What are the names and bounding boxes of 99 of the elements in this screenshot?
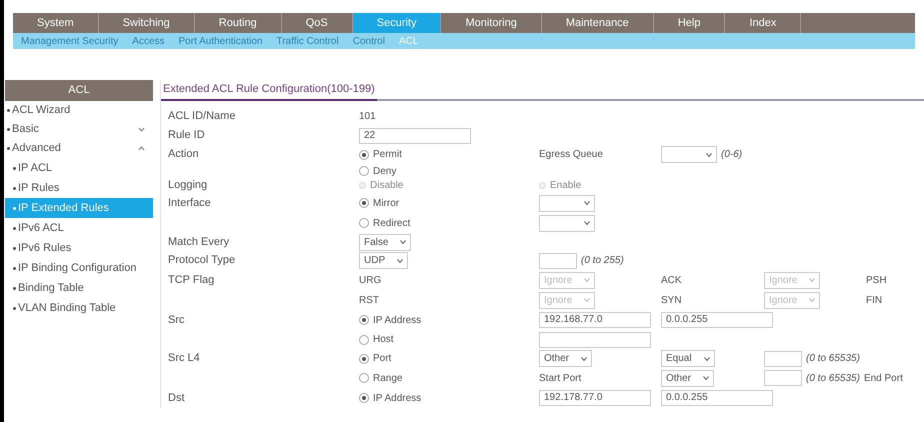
sidebar-item[interactable]: ACL Wizard — [5, 101, 153, 120]
sidebar-item-label: IPv6 ACL — [18, 220, 64, 236]
field-text: End Port — [864, 372, 903, 386]
input-field[interactable] — [539, 252, 577, 268]
dropdown[interactable] — [661, 146, 717, 163]
bullet-icon — [13, 206, 16, 210]
caret-down-icon — [703, 376, 710, 380]
field-label: ACL ID/Name — [168, 109, 236, 124]
sidebar-subitem[interactable]: IP Rules — [5, 178, 153, 198]
caret-down-icon — [809, 278, 816, 282]
field-text: PSH — [866, 274, 887, 288]
sidebar-subitem[interactable]: IPv6 Rules — [5, 238, 153, 258]
field-text: URG — [359, 274, 382, 288]
bullet-icon — [7, 109, 10, 112]
sidebar-item-label: Basic — [12, 122, 39, 138]
field-text: Egress Queue — [539, 148, 603, 162]
sidebar-item-label: ACL Wizard — [12, 103, 70, 118]
input-field[interactable] — [764, 370, 802, 386]
sidebar-subitem[interactable]: IPv6 ACL — [5, 218, 153, 238]
field-text: ACK — [661, 274, 682, 288]
field-label: Dst — [168, 390, 184, 406]
caret-down-icon — [584, 201, 590, 205]
bullet-icon — [13, 286, 16, 290]
dropdown[interactable]: Other — [539, 350, 592, 367]
caret-down-icon — [397, 258, 404, 262]
sidebar-item-label: IP Binding Configuration — [18, 260, 136, 276]
field-label: Action — [168, 147, 199, 162]
sidebar-item-label: IP Rules — [18, 180, 60, 196]
caret-down-icon — [809, 298, 816, 302]
radio-option[interactable]: Host — [359, 332, 394, 347]
caret-down-icon — [400, 240, 406, 244]
range-hint: (0 to 255) — [581, 254, 624, 268]
field-label: Src L4 — [168, 351, 200, 366]
dropdown[interactable]: Equal — [661, 350, 715, 367]
sidebar-item-label: IPv6 Rules — [18, 240, 72, 256]
sidebar-header: ACL — [5, 80, 153, 101]
dropdown[interactable]: Other — [661, 370, 714, 386]
dropdown[interactable]: False — [359, 234, 412, 250]
field-text: Start Port — [539, 372, 582, 386]
dropdown[interactable] — [539, 214, 595, 232]
range-hint: (0 to 65535) — [806, 372, 860, 386]
radio-option[interactable]: Mirror — [359, 196, 400, 210]
bullet-icon — [7, 147, 10, 150]
field-label: Match Every — [168, 234, 230, 250]
radio-option[interactable]: Redirect — [359, 216, 410, 230]
field-text: 101 — [359, 110, 376, 124]
caret-up-icon — [138, 146, 145, 151]
field-label: Rule ID — [168, 128, 205, 144]
range-hint: (0 to 65535) — [806, 352, 860, 366]
radio-option[interactable]: Range — [359, 370, 402, 386]
field-text: FIN — [866, 294, 882, 308]
radio-option[interactable]: IP Address — [359, 312, 422, 328]
bullet-icon — [13, 186, 16, 190]
sidebar-item-label: IP Extended Rules — [18, 200, 109, 216]
bullet-icon — [13, 266, 16, 270]
sidebar-subitem[interactable]: IP ACL — [5, 158, 153, 178]
dropdown[interactable]: UDP — [359, 252, 408, 269]
field-label: Src — [168, 312, 184, 328]
caret-down-icon — [584, 221, 590, 225]
caret-down-icon — [704, 356, 710, 360]
field-text: RST — [359, 294, 379, 308]
section-title: Extended ACL Rule Configuration(100-199) — [161, 80, 377, 101]
caret-down-icon — [584, 298, 590, 302]
input-field[interactable]: 192.168.77.0 — [539, 312, 651, 328]
caret-down-icon — [706, 152, 712, 156]
bullet-icon — [7, 128, 10, 131]
radio-option[interactable]: Permit — [359, 147, 402, 162]
input-field[interactable] — [764, 350, 802, 366]
field-label: Interface — [168, 196, 211, 211]
range-hint: (0-6) — [721, 148, 742, 162]
dropdown[interactable] — [539, 194, 595, 212]
input-field[interactable] — [539, 332, 651, 348]
sidebar-item-label: IP ACL — [18, 160, 52, 176]
sidebar-subitem[interactable]: IP Binding Configuration — [5, 258, 153, 278]
sidebar-subitem[interactable]: Binding Table — [5, 278, 153, 298]
sidebar-item[interactable]: Advanced — [5, 139, 153, 158]
input-field[interactable]: 192.178.77.0 — [539, 390, 651, 406]
radio-option[interactable]: Deny — [359, 164, 396, 178]
bullet-icon — [13, 246, 16, 250]
sidebar-item-label: Binding Table — [18, 280, 84, 296]
input-field[interactable]: 0.0.0.255 — [661, 390, 773, 406]
sidebar-item-label: Advanced — [12, 141, 61, 156]
sidebar-item[interactable]: Basic — [5, 120, 153, 139]
sidebar-subitem[interactable]: VLAN Binding Table — [5, 298, 153, 318]
radio-option[interactable]: IP Address — [359, 390, 422, 406]
sidebar-item-label: VLAN Binding Table — [18, 300, 116, 316]
bullet-icon — [13, 166, 16, 170]
caret-down-icon — [581, 356, 588, 360]
caret-down-icon — [138, 127, 145, 132]
field-label: Logging — [168, 178, 208, 194]
input-field[interactable]: 0.0.0.255 — [661, 312, 773, 328]
bullet-icon — [13, 226, 16, 230]
input-field[interactable]: 22 — [359, 128, 471, 144]
bullet-icon — [13, 306, 16, 310]
field-label: TCP Flag — [168, 272, 214, 288]
caret-down-icon — [584, 278, 590, 282]
radio-option[interactable]: Port — [359, 351, 392, 366]
field-text: SYN — [661, 294, 682, 308]
field-label: Protocol Type — [168, 253, 236, 268]
